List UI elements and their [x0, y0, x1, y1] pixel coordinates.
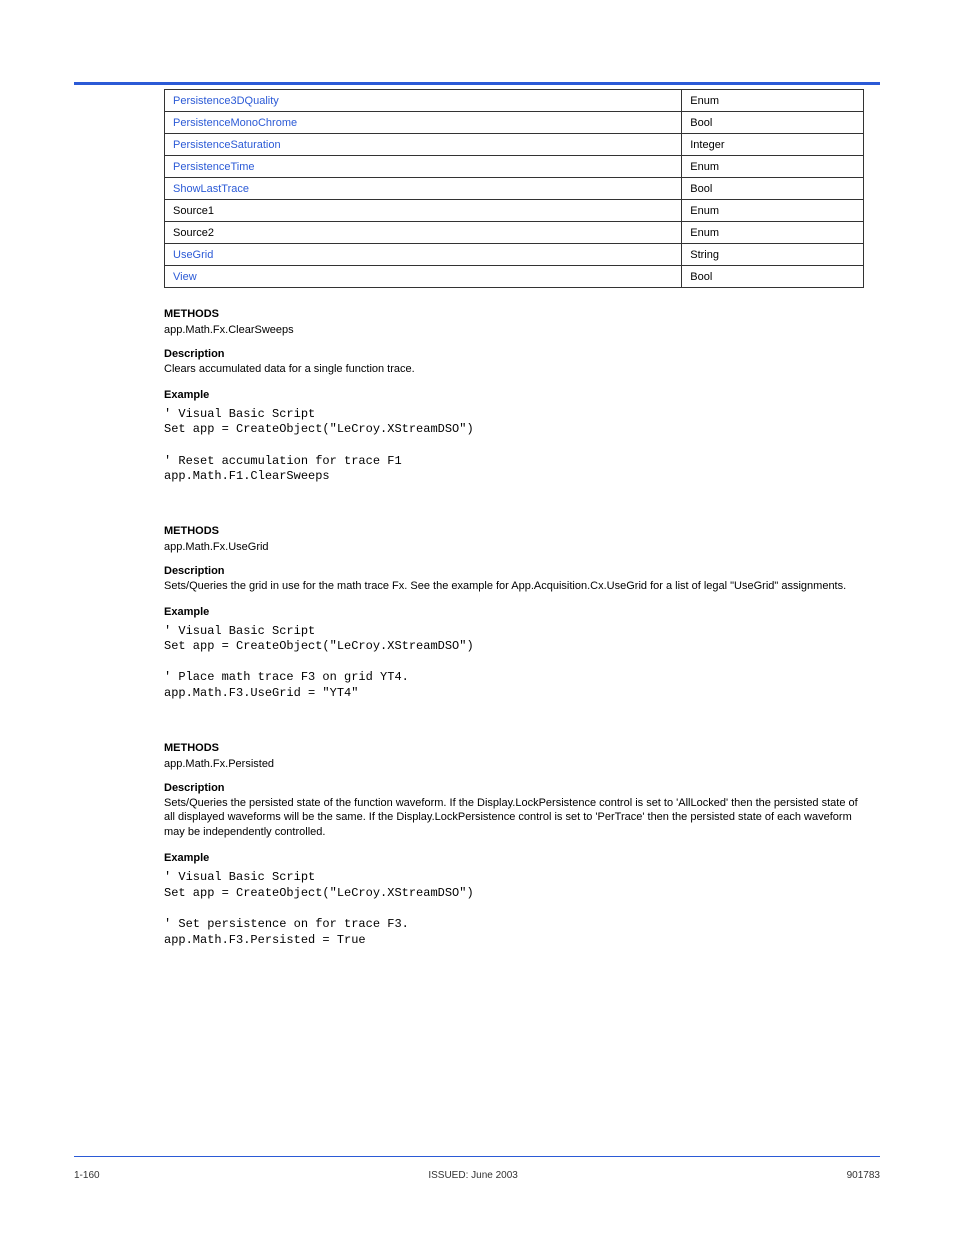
table-link[interactable]: PersistenceTime	[173, 161, 255, 173]
description-label: Description	[164, 782, 864, 794]
table-cell-type: Enum	[682, 156, 864, 178]
page-footer: 1-160 ISSUED: June 2003 901783	[74, 1170, 880, 1181]
table-row: Source1Enum	[165, 200, 864, 222]
footer-right: 901783	[847, 1170, 880, 1181]
method-block: METHODS app.Math.Fx.ClearSweeps Descriptio…	[164, 308, 864, 485]
example-code: ' Visual Basic Script Set app = CreateOb…	[164, 870, 864, 948]
method-signature: app.Math.Fx.Persisted	[164, 758, 864, 770]
table-cell-type: Enum	[682, 90, 864, 112]
table-row: Source2Enum	[165, 222, 864, 244]
table-cell-name: Source1	[165, 200, 682, 222]
table-cell-type: Bool	[682, 178, 864, 200]
example-code: ' Visual Basic Script Set app = CreateOb…	[164, 624, 864, 702]
table-cell-type: Enum	[682, 222, 864, 244]
table-cell-name: Source2	[165, 222, 682, 244]
description-label: Description	[164, 348, 864, 360]
table-link[interactable]: PersistenceMonoChrome	[173, 117, 297, 129]
footer-left: 1-160	[74, 1170, 100, 1181]
method-block: METHODS app.Math.Fx.Persisted Description S…	[164, 742, 864, 949]
method-heading: METHODS	[164, 525, 864, 537]
table-cell-type: Bool	[682, 266, 864, 288]
table-link[interactable]: ShowLastTrace	[173, 183, 249, 195]
method-signature: app.Math.Fx.UseGrid	[164, 541, 864, 553]
top-rule	[74, 82, 880, 85]
table-cell-name: UseGrid	[165, 244, 682, 266]
table-cell-name: PersistenceMonoChrome	[165, 112, 682, 134]
table-row: PersistenceMonoChrome Bool	[165, 112, 864, 134]
table-row: Persistence3DQuality Enum	[165, 90, 864, 112]
table-row: View Bool	[165, 266, 864, 288]
footer-center: ISSUED: June 2003	[428, 1170, 518, 1181]
table-link[interactable]: Persistence3DQuality	[173, 95, 279, 107]
method-block: METHODS app.Math.Fx.UseGrid Description Set…	[164, 525, 864, 702]
table-cell-type: Integer	[682, 134, 864, 156]
bottom-rule	[74, 1156, 880, 1157]
table-row: PersistenceTime Enum	[165, 156, 864, 178]
table-cell-name: PersistenceTime	[165, 156, 682, 178]
example-label: Example	[164, 852, 864, 864]
table-link[interactable]: View	[173, 271, 197, 283]
table-row: ShowLastTrace Bool	[165, 178, 864, 200]
description-text: Sets/Queries the persisted state of the …	[164, 796, 864, 841]
table-cell-type: Bool	[682, 112, 864, 134]
example-label: Example	[164, 606, 864, 618]
method-heading: METHODS	[164, 308, 864, 320]
table-link[interactable]: UseGrid	[173, 249, 213, 261]
table-cell-name: View	[165, 266, 682, 288]
method-signature: app.Math.Fx.ClearSweeps	[164, 324, 864, 336]
table-link[interactable]: PersistenceSaturation	[173, 139, 281, 151]
table-cell-name: ShowLastTrace	[165, 178, 682, 200]
description-text: Clears accumulated data for a single fun…	[164, 362, 864, 377]
table-row: UseGrid String	[165, 244, 864, 266]
table-cell-name: Persistence3DQuality	[165, 90, 682, 112]
method-heading: METHODS	[164, 742, 864, 754]
table-cell-type: Enum	[682, 200, 864, 222]
table-cell-type: String	[682, 244, 864, 266]
example-code: ' Visual Basic Script Set app = CreateOb…	[164, 407, 864, 485]
methods-table: Persistence3DQualityEnumPersistenceMonoC…	[164, 89, 864, 288]
description-label: Description	[164, 565, 864, 577]
table-cell-name: PersistenceSaturation	[165, 134, 682, 156]
example-label: Example	[164, 389, 864, 401]
description-text: Sets/Queries the grid in use for the mat…	[164, 579, 864, 594]
table-row: PersistenceSaturation Integer	[165, 134, 864, 156]
